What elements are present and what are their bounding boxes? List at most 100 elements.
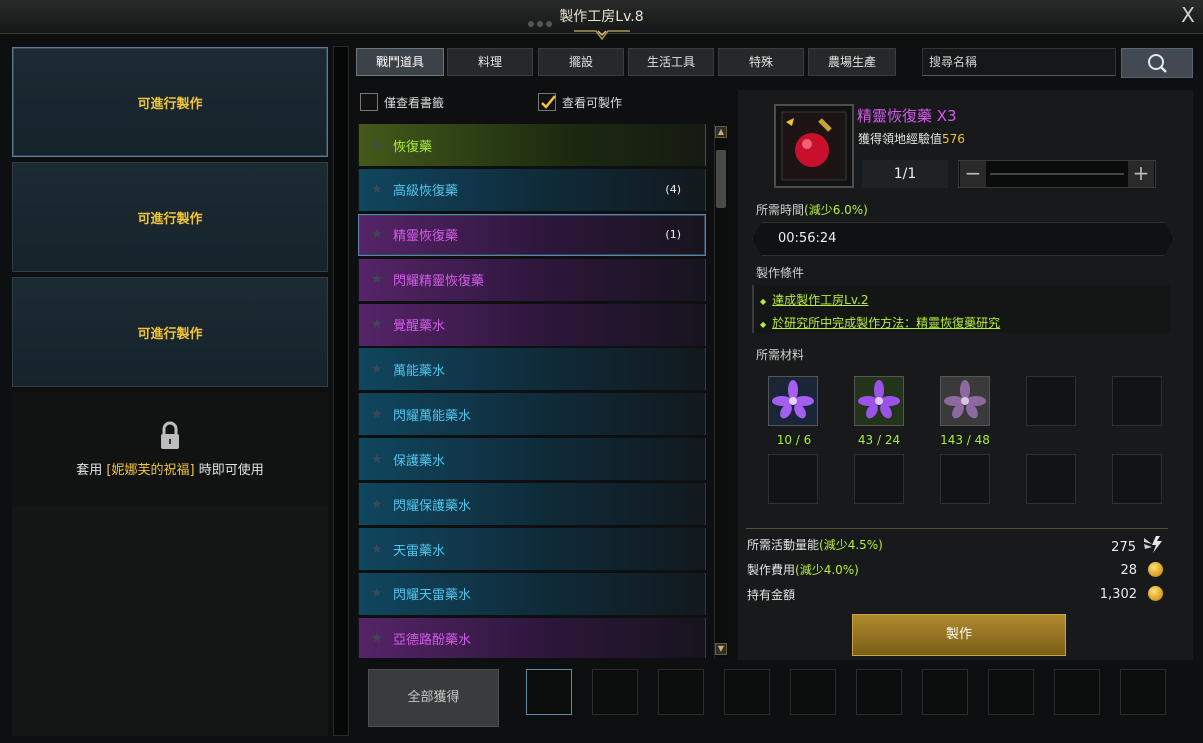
recipe-list: ★ 恢復藥 ★ 高級恢復藥 (4) ★ 精靈恢復藥 (1) ★ 閃耀精靈恢復藥 ★ 覺醒藥水 ★ 萬能藥水… [358,124,710,658]
tab-combat-items[interactable]: 戰鬥道具 [356,48,444,76]
energy-label: 所需活動量能(減少4.5%) [747,538,883,552]
recipe-name: 覺醒藥水 [393,319,446,335]
bookmark-star-icon[interactable]: ★ [371,497,387,512]
material-slot-3[interactable] [940,376,990,426]
queue-slot[interactable] [856,669,902,715]
locked-slot-text: 套用 [妮娜芙的祝福] 時即可使用 [76,462,264,478]
recipe-row[interactable]: ★ 閃耀天雷藥水 [358,572,706,615]
tab-cooking[interactable]: 料理 [447,48,533,76]
craftable-only-checkbox[interactable] [538,93,556,111]
bookmark-star-icon[interactable]: ★ [371,317,387,332]
recipe-name: 天雷藥水 [393,543,446,559]
material-slot-empty [940,454,990,504]
slot-status-label: 可進行製作 [137,326,203,342]
bookmark-star-icon[interactable]: ★ [371,452,387,467]
queue-slot[interactable] [526,669,572,715]
search-button[interactable] [1121,48,1193,78]
queue-slot[interactable] [658,669,704,715]
recipe-row[interactable]: ★ 閃耀保護藥水 [358,483,706,526]
queue-slot[interactable] [592,669,638,715]
conditions-label: 製作條件 [756,266,805,280]
recipe-row[interactable]: ★ 精靈恢復藥 (1) [358,213,706,256]
bookmark-only-checkbox[interactable] [360,93,378,111]
queue-slot[interactable] [1054,669,1100,715]
craft-slot-2[interactable]: 可進行製作 [12,162,328,272]
material-count: 10 / 6 [776,433,812,447]
exp-reward: 獲得領地經驗值576 [858,132,965,146]
material-slot-empty [854,454,904,504]
recipe-row[interactable]: ★ 天雷藥水 [358,528,706,571]
time-label: 所需時間(減少6.0%) [756,203,868,217]
material-count: 43 / 24 [857,433,901,447]
material-slot-empty [768,454,818,504]
search-icon [1148,54,1167,73]
material-slot-1[interactable] [768,376,818,426]
recipe-row[interactable]: ★ 亞德路酚藥水 [358,617,706,658]
collect-all-button[interactable]: 全部獲得 [368,669,499,727]
recipe-name: 保護藥水 [393,453,446,469]
bookmark-star-icon[interactable]: ★ [371,272,387,287]
bookmark-star-icon[interactable]: ★ [371,138,387,153]
gold-coin-icon [1148,562,1163,577]
time-value: 00:56:24 [778,231,837,246]
recipe-row[interactable]: ★ 萬能藥水 [358,348,706,391]
materials-label: 所需材料 [756,348,805,362]
recipe-row[interactable]: ★ 覺醒藥水 [358,303,706,346]
left-empty-area [12,506,328,736]
recipe-count: (1) [665,228,681,242]
quantity-slider-track[interactable] [990,173,1124,175]
bookmark-star-icon[interactable]: ★ [371,227,387,242]
recipe-name: 恢復藥 [393,139,433,155]
queue-slot[interactable] [1120,669,1166,715]
material-slot-empty [1026,454,1076,504]
red-potion-icon [781,111,847,181]
craft-button[interactable]: 製作 [852,614,1066,656]
gold-coin-icon [1148,586,1163,601]
energy-wings-icon [1144,536,1162,553]
bookmark-star-icon[interactable]: ★ [371,631,387,646]
summary-divider [746,528,1168,529]
recipe-row[interactable]: ★ 保護藥水 [358,438,706,481]
material-slot-2[interactable] [854,376,904,426]
recipe-name: 閃耀精靈恢復藥 [393,274,485,290]
scroll-down-button[interactable]: ▼ [715,643,727,655]
tab-decoration[interactable]: 擺設 [538,48,624,76]
material-count: 143 / 48 [940,433,990,447]
recipe-row[interactable]: ★ 高級恢復藥 (4) [358,168,706,211]
bookmark-star-icon[interactable]: ★ [371,407,387,422]
recipe-count: (4) [665,183,681,197]
queue-slot[interactable] [988,669,1034,715]
material-slot-empty [1112,376,1162,426]
close-button[interactable]: X [1176,2,1200,28]
recipe-row[interactable]: ★ 恢復藥 [358,124,706,166]
recipe-name: 精靈恢復藥 [393,229,459,245]
fee-value: 28 [1120,563,1137,578]
recipe-name: 亞德路酚藥水 [393,633,472,649]
recipe-row[interactable]: ★ 閃耀萬能藥水 [358,393,706,436]
queue-slot[interactable] [790,669,836,715]
queue-slot[interactable] [922,669,968,715]
material-slot-empty [1112,454,1162,504]
scroll-up-button[interactable]: ▲ [715,126,727,138]
bookmark-star-icon[interactable]: ★ [371,182,387,197]
search-input[interactable] [922,48,1116,76]
scrollbar-thumb[interactable] [716,150,726,208]
tab-farm-production[interactable]: 農場生產 [808,48,896,76]
craft-slot-1[interactable]: 可進行製作 [12,47,328,157]
slot-status-label: 可進行製作 [137,211,203,227]
quantity-minus-button[interactable]: − [960,161,986,187]
recipe-row[interactable]: ★ 閃耀精靈恢復藥 [358,258,706,301]
item-name: 精靈恢復藥 X3 [857,107,957,125]
quantity-plus-button[interactable]: + [1128,161,1154,187]
gold-value: 1,302 [1099,587,1137,602]
craft-slot-3[interactable]: 可進行製作 [12,277,328,387]
queue-slot[interactable] [724,669,770,715]
tab-special[interactable]: 特殊 [718,48,804,76]
condition-item[interactable]: ◆ 於研究所中完成製作方法：精靈恢復藥研究 [760,314,1000,331]
condition-item[interactable]: ◆ 達成製作工房Lv.2 [760,291,868,308]
tab-life-tools[interactable]: 生活工具 [628,48,714,76]
bookmark-star-icon[interactable]: ★ [371,542,387,557]
bookmark-star-icon[interactable]: ★ [371,586,387,601]
bookmark-star-icon[interactable]: ★ [371,362,387,377]
checkmark-icon [541,95,556,109]
